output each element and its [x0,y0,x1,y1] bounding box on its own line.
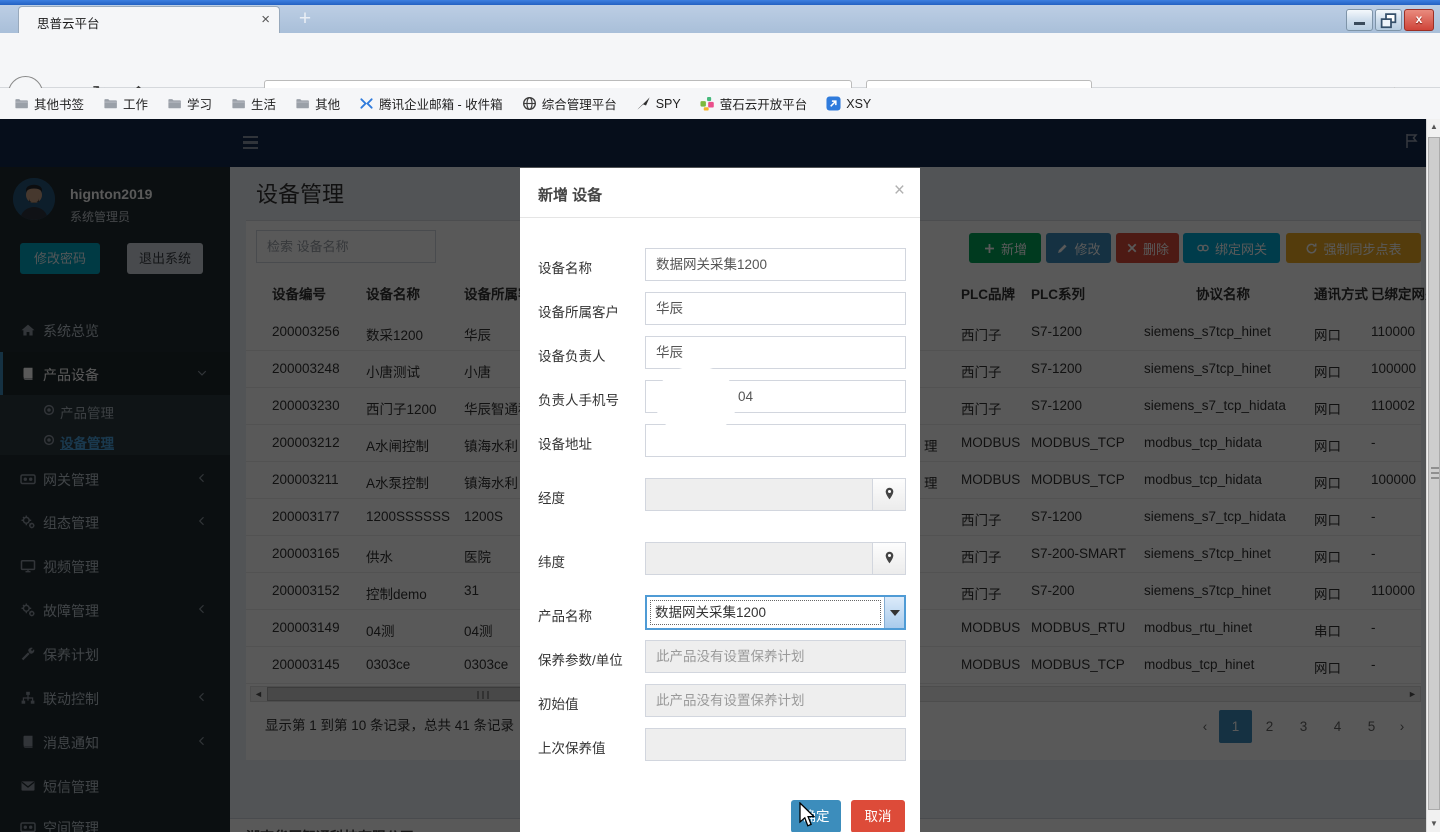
modal-field-row: 纬度 [520,542,920,575]
xsy-icon [826,96,841,111]
field-input-上次保养值 [645,728,906,761]
browser-tab-bar: 思普云平台 × + x [0,5,1440,33]
folder-icon [231,96,246,111]
bookmark-label: 综合管理平台 [542,94,617,113]
modal-field-row: 初始值 此产品没有设置保养计划 [520,684,920,717]
bookmark-item[interactable]: 综合管理平台 [522,94,617,113]
bookmark-item[interactable]: 萤石云开放平台 [700,94,808,113]
screen: 思普云平台 × + x ← → ↻ iot.i [0,0,1440,832]
modal-field-row: 设备所属客户 华辰 [520,292,920,325]
exmail-icon [359,96,374,111]
bookmark-label: XSY [846,97,871,111]
field-label: 设备所属客户 [538,301,619,321]
new-tab-button[interactable]: + [290,8,320,32]
modal-field-row: 设备负责人 华辰 [520,336,920,369]
ys7-icon [700,96,715,111]
browser-toolbar: ← → ↻ iot.idosp.net/admin/index.html?lan… [0,33,1440,88]
minimize-button[interactable] [1346,9,1373,31]
bookmark-label: 工作 [123,94,148,113]
restore-button[interactable] [1375,9,1402,31]
location-pin-icon [873,486,905,501]
bookmark-label: 萤石云开放平台 [720,94,808,113]
field-input-保养参数/单位: 此产品没有设置保养计划 [645,640,906,673]
field-input-设备所属客户[interactable]: 华辰 [645,292,906,325]
field-label: 设备地址 [538,433,592,453]
folder-icon [14,96,29,111]
field-input-设备负责人[interactable]: 华辰 [645,336,906,369]
modal-field-row: 设备名称 数据网关采集1200 [520,248,920,281]
map-pin-button[interactable] [873,478,906,511]
scroll-up-icon[interactable]: ▲ [1427,119,1440,135]
bookmark-item[interactable]: 其他书签 [14,94,84,113]
field-input-纬度 [645,542,873,575]
tab-title: 思普云平台 [37,13,100,32]
bookmarks-bar: 其他书签 工作 学习 生活 其他 腾讯企业邮箱 - 收件箱 综合管理平台 SPY 萤石云开放平台… [0,88,1440,119]
bookmark-item[interactable]: 学习 [167,94,212,113]
field-label: 上次保养值 [538,737,606,757]
field-label: 保养参数/单位 [538,649,623,669]
field-label: 设备负责人 [538,345,606,365]
folder-icon [103,96,118,111]
modal-close-icon[interactable]: × [894,180,905,202]
bookmark-label: 生活 [251,94,276,113]
field-label: 初始值 [538,693,579,713]
folder-icon [295,96,310,111]
bookmark-label: SPY [656,97,681,111]
bookmark-item[interactable]: SPY [636,96,681,111]
bookmark-item[interactable]: XSY [826,96,871,111]
tab-close-icon[interactable]: × [261,11,270,28]
select-arrow-icon[interactable] [884,597,904,628]
privacy-blur [655,366,737,436]
product-select[interactable]: 数据网关采集1200 [645,595,906,630]
field-label: 设备名称 [538,257,592,277]
field-input-经度 [645,478,873,511]
cancel-button[interactable]: 取消 [851,800,905,832]
add-device-modal: 新增 设备 × 设备名称数据网关采集1200设备所属客户华辰设备负责人华辰负责人… [520,168,920,832]
field-label: 产品名称 [538,605,592,625]
close-icon: x [1405,12,1433,26]
bookmark-item[interactable]: 腾讯企业邮箱 - 收件箱 [359,94,503,113]
phone-suffix: 04 [738,381,753,412]
vertical-scrollbar[interactable]: ▲ ▼ [1426,119,1440,832]
browser-tab[interactable]: 思普云平台 × [18,6,280,33]
modal-field-row: 经度 [520,478,920,511]
scroll-down-icon[interactable]: ▼ [1427,816,1440,832]
bookmark-item[interactable]: 工作 [103,94,148,113]
scrollbar-thumb[interactable] [1428,137,1440,810]
bookmark-label: 腾讯企业邮箱 - 收件箱 [379,94,503,113]
field-input-设备名称[interactable]: 数据网关采集1200 [645,248,906,281]
field-label: 负责人手机号 [538,389,619,409]
globe-icon [522,96,537,111]
map-pin-button[interactable] [873,542,906,575]
modal-field-row: 产品名称 数据网关采集1200 [520,596,920,629]
field-input-初始值: 此产品没有设置保养计划 [645,684,906,717]
close-button[interactable]: x [1404,9,1434,31]
bookmark-item[interactable]: 其他 [295,94,340,113]
location-pin-icon [873,550,905,565]
restore-icon [1376,11,1401,31]
bookmark-label: 其他书签 [34,94,84,113]
field-label: 经度 [538,487,565,507]
bookmark-label: 其他 [315,94,340,113]
bookmark-item[interactable]: 生活 [231,94,276,113]
modal-title: 新增 设备 [538,184,602,205]
select-value: 数据网关采集1200 [647,597,884,628]
modal-header: 新增 设备 × [520,168,920,218]
field-label: 纬度 [538,551,565,571]
window-controls: x [1346,9,1434,32]
dart-icon [636,96,651,111]
bookmark-label: 学习 [187,94,212,113]
modal-field-row: 保养参数/单位 此产品没有设置保养计划 [520,640,920,673]
mouse-cursor [798,802,817,829]
folder-icon [167,96,182,111]
modal-field-row: 上次保养值 [520,728,920,761]
